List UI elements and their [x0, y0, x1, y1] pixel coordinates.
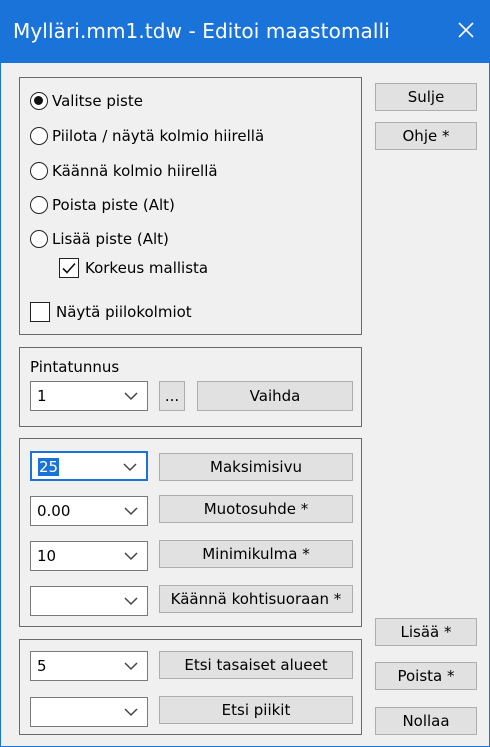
radio-valitse-piste[interactable]: Valitse piste: [30, 89, 143, 113]
radio-label: Valitse piste: [52, 92, 143, 110]
button-label: Etsi piikit: [221, 701, 291, 719]
poista-button[interactable]: Poista *: [375, 662, 477, 690]
title-bar: Mylläri.mm1.tdw - Editoi maastomalli: [1, 1, 489, 63]
pintatunnus-combo[interactable]: 1: [30, 381, 148, 411]
chevron-down-icon: [124, 392, 138, 401]
combo-value: 0.00: [37, 502, 71, 520]
chevron-down-icon: [124, 708, 138, 717]
chevron-down-icon: [124, 597, 138, 606]
radio-lisaa-piste[interactable]: Lisää piste (Alt): [30, 227, 169, 251]
lisaa-button[interactable]: Lisää *: [375, 618, 477, 646]
radio-label: Käännä kolmio hiirellä: [52, 162, 218, 180]
vaihda-button[interactable]: Vaihda: [197, 381, 353, 411]
minimikulma-button[interactable]: Minimikulma *: [159, 540, 353, 568]
button-label: Etsi tasaiset alueet: [184, 656, 328, 674]
window-title: Mylläri.mm1.tdw - Editoi maastomalli: [13, 19, 390, 43]
minimikulma-combo[interactable]: 10: [30, 541, 148, 571]
checkbox-nayta-piilokolmiot[interactable]: Näytä piilokolmiot: [30, 300, 192, 324]
close-icon[interactable]: [449, 13, 483, 47]
combo-value: 5: [37, 657, 47, 675]
kaanna-kohtisuoraan-button[interactable]: Käännä kohtisuoraan *: [159, 585, 353, 613]
chevron-down-icon: [124, 552, 138, 561]
piikit-combo[interactable]: [30, 697, 148, 727]
maksimisivu-combo[interactable]: 25: [30, 451, 148, 481]
button-label: Minimikulma *: [202, 545, 310, 563]
radio-button[interactable]: [30, 230, 48, 248]
radio-button[interactable]: [30, 92, 48, 110]
button-label: Nollaa: [402, 712, 450, 730]
radio-label: Lisää piste (Alt): [52, 230, 169, 248]
radio-label: Poista piste (Alt): [52, 196, 175, 214]
button-label: Muotosuhde *: [203, 500, 309, 518]
radio-button[interactable]: [30, 196, 48, 214]
kaanna-combo[interactable]: [30, 586, 148, 616]
radio-button[interactable]: [30, 127, 48, 145]
browse-label: ...: [164, 387, 180, 405]
sulje-button[interactable]: Sulje: [375, 83, 477, 111]
radio-kaanna-kolmio[interactable]: Käännä kolmio hiirellä: [30, 159, 218, 183]
radio-button[interactable]: [30, 162, 48, 180]
browse-button[interactable]: ...: [159, 381, 185, 411]
combo-value: 1: [37, 387, 47, 405]
button-label: Sulje: [407, 88, 445, 106]
checkbox[interactable]: [30, 302, 50, 322]
etsi-tasaiset-button[interactable]: Etsi tasaiset alueet: [159, 651, 353, 679]
button-label: Käännä kohtisuoraan *: [170, 590, 342, 608]
checkbox[interactable]: [59, 258, 79, 278]
muotosuhde-combo[interactable]: 0.00: [30, 496, 148, 526]
button-label: Maksimisivu: [210, 458, 302, 476]
button-label: Ohje *: [402, 127, 450, 145]
chevron-down-icon: [123, 463, 137, 472]
button-label: Lisää *: [400, 623, 452, 641]
muotosuhde-button[interactable]: Muotosuhde *: [159, 495, 353, 523]
checkbox-label: Korkeus mallista: [85, 259, 209, 277]
ohje-button[interactable]: Ohje *: [375, 122, 477, 150]
button-label: Vaihda: [249, 387, 301, 405]
chevron-down-icon: [124, 507, 138, 516]
checkbox-label: Näytä piilokolmiot: [56, 303, 192, 321]
checkmark-icon: [62, 262, 76, 274]
button-label: Poista *: [397, 667, 455, 685]
tasaiset-combo[interactable]: 5: [30, 651, 148, 681]
combo-value: 25: [38, 458, 60, 476]
dialog-window: Mylläri.mm1.tdw - Editoi maastomalli Val…: [0, 0, 490, 747]
radio-poista-piste[interactable]: Poista piste (Alt): [30, 193, 175, 217]
nollaa-button[interactable]: Nollaa: [375, 707, 477, 735]
chevron-down-icon: [124, 662, 138, 671]
pintatunnus-label: Pintatunnus: [30, 358, 120, 376]
checkbox-korkeus-mallista[interactable]: Korkeus mallista: [59, 256, 208, 280]
radio-piilota-nayta[interactable]: Piilota / näytä kolmio hiirellä: [30, 124, 264, 148]
combo-value: 10: [37, 547, 57, 565]
radio-label: Piilota / näytä kolmio hiirellä: [52, 127, 265, 145]
etsi-piikit-button[interactable]: Etsi piikit: [159, 696, 353, 724]
maksimisivu-button[interactable]: Maksimisivu: [159, 453, 353, 481]
